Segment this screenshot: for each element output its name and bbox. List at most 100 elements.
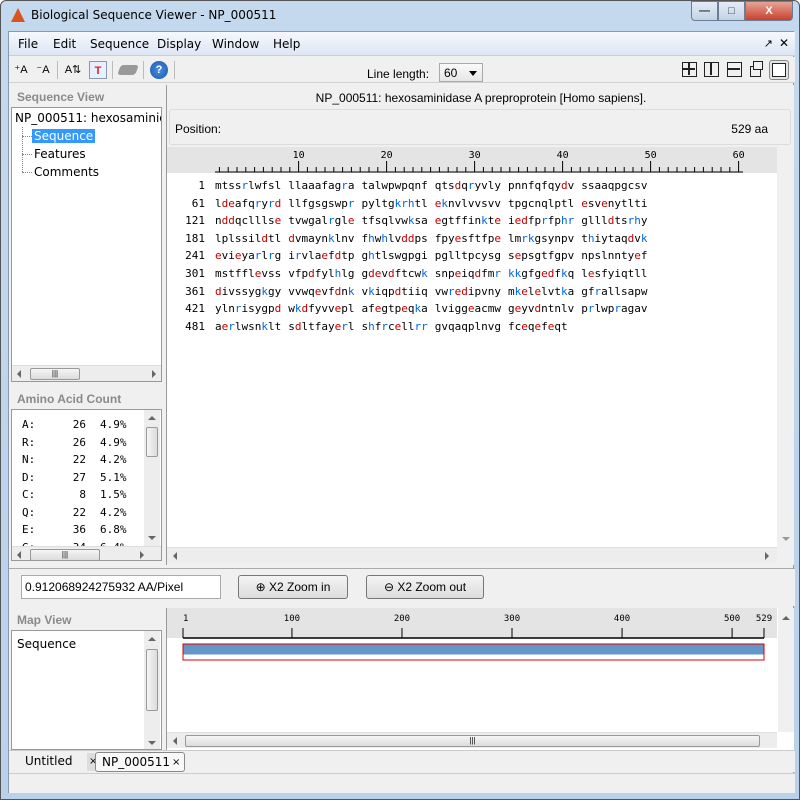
residue-block[interactable]: wkdfyvvepl: [288, 302, 354, 315]
residue-block[interactable]: kkgfgedfkq: [508, 267, 574, 280]
map-panel-vertical-scrollbar[interactable]: [778, 608, 794, 732]
sequence-line[interactable]: 181 lplssildtl dvmaynklnv fhwhlvddps fpyesft…: [167, 232, 655, 247]
tree-item-sequence[interactable]: Sequence: [32, 129, 96, 143]
residue-block[interactable]: pglltpcysg: [435, 249, 501, 262]
residue-block[interactable]: mkelelvtka: [508, 285, 574, 298]
residue-block[interactable]: tfsqlvwksa: [362, 214, 428, 227]
map-vertical-scrollbar[interactable]: [144, 631, 160, 749]
menu-help[interactable]: Help: [273, 37, 300, 51]
residue-block[interactable]: prlwpragav: [581, 302, 647, 315]
residue-block[interactable]: thiytaqdvk: [581, 232, 647, 245]
residue-block[interactable]: egtffinkte: [435, 214, 501, 227]
tree-horizontal-scrollbar[interactable]: |||: [12, 365, 161, 381]
scroll-down-icon[interactable]: [782, 537, 790, 541]
map-svg[interactable]: 1 100 200 300 400 500 529: [167, 608, 777, 728]
sequence-line[interactable]: 61 ldeafqryrd llfgsgswpr pyltgkrhtl eknvlvvs…: [167, 197, 655, 212]
tab-np-000511[interactable]: NP_000511 ×: [95, 752, 185, 772]
menu-file[interactable]: File: [18, 37, 38, 51]
residue-block[interactable]: iedfprfphr: [508, 214, 574, 227]
residue-block[interactable]: vkiqpdtiiq: [362, 285, 428, 298]
zoom-in-residue-icon[interactable]: ⁺A: [12, 61, 30, 79]
residue-block[interactable]: gllldtsrhy: [581, 214, 647, 227]
residue-block[interactable]: fhwhlvddps: [362, 232, 428, 245]
menu-window[interactable]: Window: [212, 37, 259, 51]
residue-block[interactable]: sepsgtfgpv: [508, 249, 574, 262]
aa-vertical-scrollbar[interactable]: [144, 410, 160, 546]
residue-block[interactable]: shfrcellrr: [362, 320, 428, 333]
residue-block[interactable]: lviggeacmw: [435, 302, 501, 315]
menu-sequence[interactable]: Sequence: [90, 37, 149, 51]
residue-block[interactable]: aerlwsnklt: [215, 320, 281, 333]
sequence-horizontal-scrollbar[interactable]: [167, 547, 777, 563]
residue-block[interactable]: npslnntyef: [581, 249, 647, 262]
minimize-button[interactable]: —: [691, 1, 718, 21]
residue-block[interactable]: qtsdqryvly: [435, 179, 501, 192]
split-horizontal-icon[interactable]: [727, 62, 742, 77]
residue-block[interactable]: ldeafqryrd: [215, 197, 281, 210]
eraser-icon[interactable]: [117, 65, 139, 75]
residue-block[interactable]: lplssildtl: [215, 232, 281, 245]
tree-root-item[interactable]: NP_000511: hexosaminidase: [15, 111, 161, 125]
residue-block[interactable]: esvenytlti: [581, 197, 647, 210]
residue-block[interactable]: dvmaynklnv: [288, 232, 354, 245]
residue-block[interactable]: gfrallsapw: [581, 285, 647, 298]
sequence-vertical-scrollbar[interactable]: [778, 173, 794, 547]
residue-block[interactable]: snpeiqdfmr: [435, 267, 501, 280]
residue-block[interactable]: irvlaefdtp: [288, 249, 354, 262]
scroll-right-icon[interactable]: [140, 551, 144, 559]
scroll-left-icon[interactable]: [17, 551, 21, 559]
scrollbar-thumb[interactable]: |||: [185, 735, 760, 747]
residue-block[interactable]: lesfyiqtll: [581, 267, 647, 280]
map-horizontal-scrollbar[interactable]: |||: [167, 732, 777, 748]
residue-block[interactable]: pnnfqfqydv: [508, 179, 574, 192]
maximize-button[interactable]: □: [718, 1, 745, 21]
sequence-line[interactable]: 361 divssygkgy vvwqevfdnk vkiqpdtiiq vwredip…: [167, 285, 655, 300]
residue-block[interactable]: tvwgalrgle: [288, 214, 354, 227]
annotate-icon[interactable]: T: [89, 61, 107, 79]
scroll-right-icon[interactable]: [152, 370, 156, 378]
residue-block[interactable]: sdltfayerl: [288, 320, 354, 333]
residue-block[interactable]: fceqefeqt: [508, 320, 568, 333]
tab-close-icon[interactable]: ×: [172, 754, 180, 772]
line-length-select[interactable]: 60: [439, 63, 483, 82]
residue-block[interactable]: gvqaqplnvg: [435, 320, 501, 333]
tab-untitled[interactable]: Untitled ×: [19, 752, 100, 772]
sequence-line[interactable]: 421 ylnrisygpd wkdfyvvepl afegtpeqka lviggea…: [167, 302, 655, 317]
undock-icon[interactable]: ↗: [764, 37, 773, 50]
residue-block[interactable]: llfgsgswpr: [288, 197, 354, 210]
help-icon[interactable]: ?: [150, 61, 168, 79]
residue-block[interactable]: divssygkgy: [215, 285, 281, 298]
scroll-left-icon[interactable]: [173, 552, 177, 560]
residue-block[interactable]: gdevdftcwk: [362, 267, 428, 280]
residue-block[interactable]: geyvdntnlv: [508, 302, 574, 315]
tile-grid-icon[interactable]: [682, 62, 697, 77]
residue-block[interactable]: ssaaqpgcsv: [581, 179, 647, 192]
residue-block[interactable]: talwpwpqnf: [362, 179, 428, 192]
scroll-up-icon[interactable]: [782, 616, 790, 620]
sequence-line[interactable]: 301 mstfflevss vfpdfylhlg gdevdftcwk snpeiqd…: [167, 267, 655, 282]
residue-block[interactable]: vwredipvny: [435, 285, 501, 298]
scrollbar-thumb[interactable]: |||: [30, 368, 80, 380]
residue-block[interactable]: mtssrlwfsl: [215, 179, 281, 192]
sequence-line[interactable]: 121 nddqclllse tvwgalrgle tfsqlvwksa egtffin…: [167, 214, 655, 229]
close-document-icon[interactable]: ✕: [779, 36, 789, 50]
scrollbar-thumb[interactable]: [146, 427, 158, 457]
residue-block[interactable]: evieyarlrg: [215, 249, 281, 262]
zoom-in-button[interactable]: ⊕ X2 Zoom in: [238, 575, 348, 599]
residue-block[interactable]: nddqclllse: [215, 214, 281, 227]
scroll-down-icon[interactable]: [148, 741, 156, 745]
residue-block[interactable]: lmrkgsynpv: [508, 232, 574, 245]
zoom-out-button[interactable]: ⊖ X2 Zoom out: [366, 575, 484, 599]
float-icon[interactable]: [750, 61, 763, 77]
residue-block[interactable]: eknvlvvsvv: [435, 197, 501, 210]
scroll-left-icon[interactable]: [17, 370, 21, 378]
sequence-line[interactable]: 241 evieyarlrg irvlaefdtp ghtlswgpgi pglltpc…: [167, 249, 655, 264]
residue-block[interactable]: ylnrisygpd: [215, 302, 281, 315]
menu-display[interactable]: Display: [157, 37, 201, 51]
residue-block[interactable]: pyltgkrhtl: [362, 197, 428, 210]
tree-item-features[interactable]: Features: [32, 147, 88, 161]
scroll-right-icon[interactable]: [765, 552, 769, 560]
sequence-line[interactable]: 481 aerlwsnklt sdltfayerl shfrcellrr gvqaqpl…: [167, 320, 575, 335]
scroll-down-icon[interactable]: [148, 536, 156, 540]
residue-block[interactable]: llaaafagra: [288, 179, 354, 192]
